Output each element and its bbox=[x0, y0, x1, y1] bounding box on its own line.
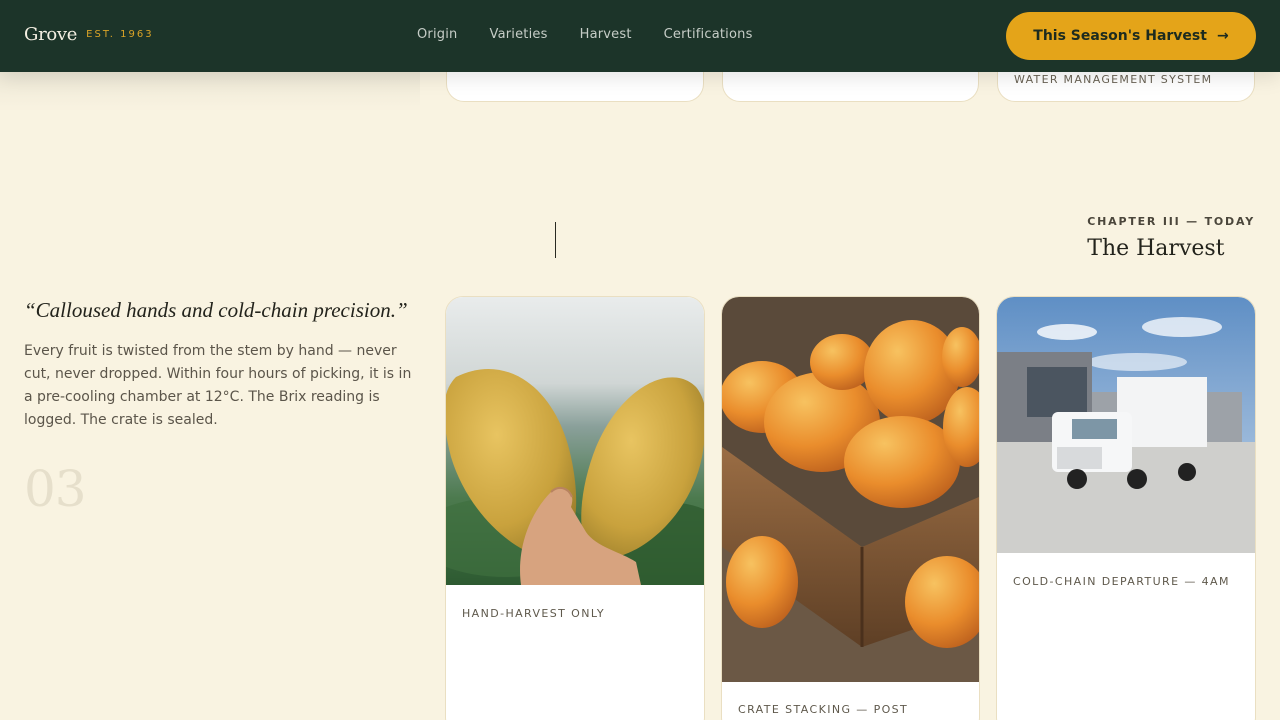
card-caption-truck: COLD-CHAIN DEPARTURE — 4AM bbox=[1013, 575, 1230, 588]
harvest-card-crate[interactable]: CRATE STACKING — POST bbox=[721, 296, 980, 720]
arrow-right-icon: → bbox=[1216, 28, 1229, 44]
nav-link-certifications[interactable]: Certifications bbox=[664, 27, 753, 42]
nav-link-varieties[interactable]: Varieties bbox=[490, 27, 548, 42]
top-nav: Grove EST. 1963 Origin Varieties Harvest… bbox=[0, 0, 1280, 72]
nav-link-harvest[interactable]: Harvest bbox=[580, 27, 632, 42]
harvest-card-hand[interactable]: HAND-HARVEST ONLY bbox=[445, 296, 705, 720]
chapter-eyebrow: CHAPTER III — TODAY bbox=[1087, 215, 1255, 228]
crate-stacking-image bbox=[722, 297, 979, 682]
harvest-card-truck[interactable]: COLD-CHAIN DEPARTURE — 4AM bbox=[996, 296, 1256, 720]
previous-section-shadow bbox=[0, 72, 420, 112]
chapter-quote: “Calloused hands and cold-chain precisio… bbox=[24, 298, 408, 322]
nav-link-origin[interactable]: Origin bbox=[417, 27, 458, 42]
cold-chain-truck-image bbox=[997, 297, 1255, 553]
chapter-heading: CHAPTER III — TODAY The Harvest bbox=[1087, 215, 1255, 261]
brand-established: EST. 1963 bbox=[86, 29, 154, 40]
season-harvest-label: This Season's Harvest bbox=[1033, 28, 1207, 44]
nav-links: Origin Varieties Harvest Certifications bbox=[417, 27, 753, 42]
card-caption-hand: HAND-HARVEST ONLY bbox=[462, 607, 606, 620]
card-caption-crate: CRATE STACKING — POST bbox=[738, 703, 909, 716]
chapter-number: 03 bbox=[24, 460, 87, 518]
section-divider bbox=[555, 222, 556, 258]
chapter-body: Every fruit is twisted from the stem by … bbox=[24, 343, 412, 428]
brand-logo[interactable]: Grove EST. 1963 bbox=[24, 24, 154, 45]
season-harvest-button[interactable]: This Season's Harvest → bbox=[1006, 12, 1256, 60]
brand-name: Grove bbox=[24, 24, 78, 45]
previous-card-caption: WATER MANAGEMENT SYSTEM bbox=[1014, 73, 1213, 86]
chapter-title: The Harvest bbox=[1087, 236, 1225, 261]
hand-harvest-image bbox=[446, 297, 704, 585]
